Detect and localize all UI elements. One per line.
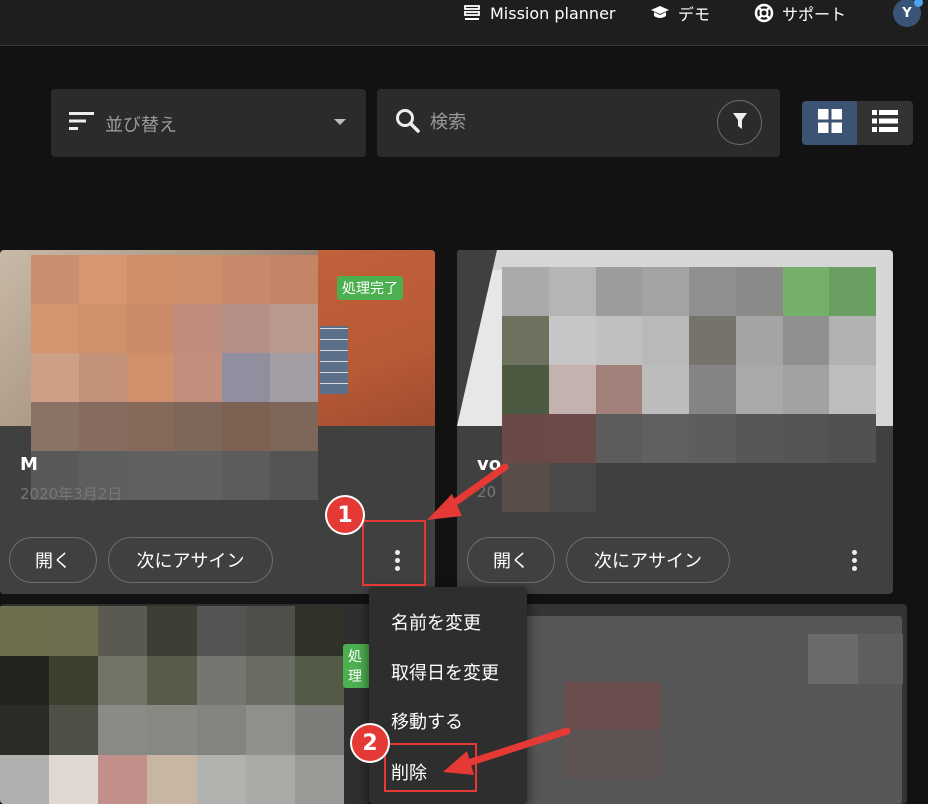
notification-dot bbox=[914, 0, 923, 7]
solar-panel-image bbox=[320, 326, 348, 394]
nav-mission-planner-label: Mission planner bbox=[490, 3, 616, 23]
blurred-image-tile bbox=[564, 682, 612, 730]
nav-demo-label: デモ bbox=[678, 5, 711, 24]
step-2-marker: 2 bbox=[352, 725, 388, 761]
nav-mission-planner[interactable]: Mission planner bbox=[462, 0, 616, 26]
blurred-image[interactable] bbox=[0, 606, 344, 804]
assign-next-button[interactable]: 次にアサイン bbox=[108, 537, 273, 583]
step-2-label: 2 bbox=[362, 730, 378, 756]
avatar-initial: Y bbox=[902, 5, 912, 21]
list-view-button[interactable] bbox=[857, 101, 913, 145]
open-button[interactable]: 開く bbox=[467, 537, 555, 583]
blurred-image-tile bbox=[858, 634, 903, 684]
top-bar: Mission planner デモ サポート Y bbox=[0, 0, 928, 46]
status-badge: 処理 bbox=[343, 644, 370, 688]
sort-select[interactable]: 並び替え bbox=[51, 89, 366, 157]
menu-item-change-acquisition-date[interactable]: 取得日を変更 bbox=[391, 659, 499, 685]
nav-support-label: サポート bbox=[782, 5, 847, 24]
project-title: M bbox=[20, 454, 38, 475]
open-button-label: 開く bbox=[35, 551, 71, 572]
search-icon bbox=[395, 108, 421, 138]
highlight-delete-item bbox=[384, 743, 477, 792]
menu-item-rename[interactable]: 名前を変更 bbox=[391, 609, 481, 635]
menu-item-move[interactable]: 移動する bbox=[391, 708, 463, 734]
mission-planner-icon bbox=[462, 3, 482, 23]
blurred-image-tile bbox=[612, 682, 660, 730]
search-field[interactable]: 検索 bbox=[377, 89, 780, 157]
blurred-image bbox=[502, 267, 876, 512]
highlight-more-button bbox=[362, 520, 426, 586]
grid-icon bbox=[817, 109, 842, 137]
view-toggle bbox=[802, 101, 913, 145]
blurred-image bbox=[808, 634, 858, 684]
more-vert-icon[interactable] bbox=[851, 550, 857, 574]
project-date: 20 bbox=[477, 483, 497, 501]
nav-demo[interactable]: デモ bbox=[650, 0, 710, 26]
sort-label: 並び替え bbox=[105, 115, 177, 136]
step-1-label: 1 bbox=[337, 502, 353, 528]
step-1-marker: 1 bbox=[327, 497, 363, 533]
blurred-image bbox=[31, 255, 318, 500]
project-title: vo bbox=[477, 454, 502, 475]
assign-next-label: 次にアサイン bbox=[136, 551, 245, 572]
grid-view-button[interactable] bbox=[802, 101, 857, 145]
open-button[interactable]: 開く bbox=[9, 537, 97, 583]
assign-next-button[interactable]: 次にアサイン bbox=[566, 537, 730, 583]
chevron-down-icon bbox=[334, 119, 346, 125]
project-date: 2020年3月2日 bbox=[20, 485, 123, 503]
open-button-label: 開く bbox=[493, 551, 529, 572]
filter-icon bbox=[732, 112, 748, 134]
project-card: vo 20 開く 次にアサイン bbox=[457, 250, 893, 594]
list-icon bbox=[872, 110, 898, 136]
blurred-image-tile bbox=[564, 730, 660, 778]
nav-support[interactable]: サポート bbox=[754, 0, 846, 26]
project-card bbox=[510, 604, 907, 804]
filter-button[interactable] bbox=[717, 100, 762, 145]
project-card: 処理 bbox=[0, 604, 370, 804]
search-input[interactable]: 検索 bbox=[430, 108, 466, 134]
sort-icon bbox=[69, 111, 95, 135]
status-badge: 処理完了 bbox=[337, 276, 403, 300]
lifebuoy-icon bbox=[754, 3, 774, 23]
graduation-cap-icon bbox=[650, 3, 670, 23]
assign-next-label: 次にアサイン bbox=[594, 551, 702, 572]
